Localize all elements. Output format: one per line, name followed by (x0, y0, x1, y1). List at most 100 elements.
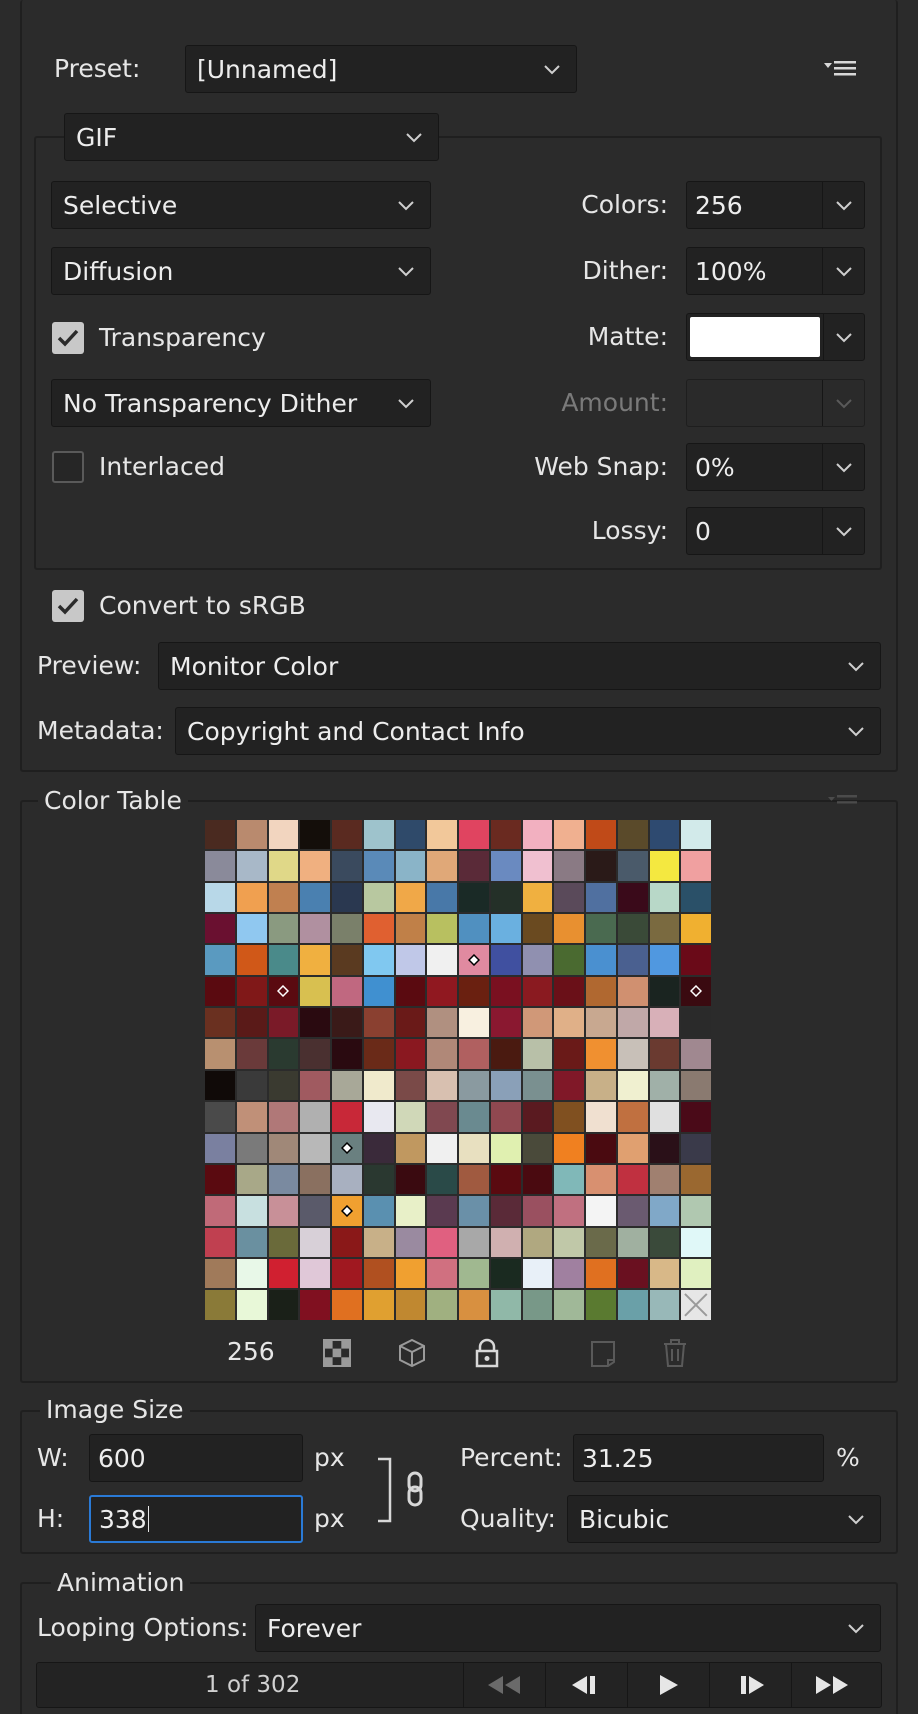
color-swatch[interactable] (427, 914, 457, 944)
color-swatch[interactable] (300, 1039, 330, 1069)
color-swatch[interactable] (300, 882, 330, 913)
color-swatch[interactable] (522, 1070, 553, 1101)
color-swatch[interactable] (649, 1133, 680, 1163)
color-swatch[interactable] (554, 1258, 584, 1289)
color-swatch[interactable] (617, 882, 648, 913)
color-swatch[interactable] (205, 820, 235, 850)
color-swatch[interactable] (268, 1290, 299, 1320)
color-swatch[interactable] (490, 1102, 521, 1132)
color-swatch[interactable] (395, 1164, 426, 1195)
color-swatch[interactable] (459, 1039, 489, 1069)
color-swatch[interactable] (395, 1133, 426, 1163)
color-swatch[interactable] (617, 820, 648, 850)
color-swatch[interactable] (681, 945, 711, 975)
color-table-menu-icon[interactable] (826, 786, 864, 820)
panel-menu-icon[interactable] (822, 52, 866, 86)
color-swatch[interactable] (332, 1070, 362, 1101)
color-swatch[interactable] (554, 1070, 584, 1101)
color-swatch[interactable] (649, 1070, 680, 1101)
color-swatch[interactable] (459, 976, 489, 1007)
color-swatch[interactable] (522, 1227, 553, 1257)
color-swatch[interactable] (586, 851, 616, 881)
color-swatch[interactable] (363, 1133, 394, 1163)
lossy-combo[interactable]: 0 (686, 507, 865, 555)
color-swatch[interactable] (649, 914, 680, 944)
color-swatch[interactable] (427, 945, 457, 975)
color-swatch[interactable] (427, 1196, 457, 1226)
color-swatch[interactable] (490, 1008, 521, 1038)
color-swatch[interactable] (617, 1290, 648, 1320)
color-swatch[interactable] (490, 1164, 521, 1195)
color-swatch[interactable] (490, 1039, 521, 1069)
color-swatch[interactable] (649, 1290, 680, 1320)
color-swatch[interactable] (554, 945, 584, 975)
color-swatch[interactable] (490, 1133, 521, 1163)
color-swatch[interactable] (649, 1164, 680, 1195)
metadata-select[interactable]: Copyright and Contact Info (175, 707, 881, 755)
color-swatch[interactable] (586, 1290, 616, 1320)
color-swatch[interactable] (617, 976, 648, 1007)
color-swatch[interactable] (332, 1039, 362, 1069)
color-swatch[interactable] (427, 851, 457, 881)
color-swatch[interactable] (332, 1227, 362, 1257)
color-swatch[interactable] (586, 1102, 616, 1132)
color-swatch[interactable] (649, 882, 680, 913)
color-swatch[interactable] (363, 1258, 394, 1289)
color-swatch[interactable] (332, 820, 362, 850)
color-swatch[interactable] (205, 1070, 235, 1101)
color-swatch[interactable] (236, 882, 267, 913)
color-swatch[interactable] (490, 1070, 521, 1101)
color-swatch[interactable] (236, 1070, 267, 1101)
color-swatch[interactable] (617, 945, 648, 975)
color-swatch[interactable] (427, 1164, 457, 1195)
color-swatch[interactable] (649, 1227, 680, 1257)
color-swatch[interactable] (522, 1102, 553, 1132)
color-swatch[interactable] (681, 914, 711, 944)
color-swatch[interactable] (681, 976, 711, 1007)
interlaced-checkbox[interactable] (52, 451, 84, 483)
color-swatch[interactable] (427, 1008, 457, 1038)
color-swatch[interactable] (522, 851, 553, 881)
color-swatch[interactable] (617, 1070, 648, 1101)
color-swatch[interactable] (490, 1258, 521, 1289)
color-swatch[interactable] (681, 1258, 711, 1289)
color-swatch[interactable] (617, 1227, 648, 1257)
color-swatch[interactable] (300, 1008, 330, 1038)
color-swatch[interactable] (205, 1196, 235, 1226)
color-swatch[interactable] (395, 882, 426, 913)
color-swatch[interactable] (236, 1039, 267, 1069)
color-swatch[interactable] (586, 914, 616, 944)
height-input[interactable]: 338 (89, 1495, 303, 1543)
color-swatch[interactable] (268, 1164, 299, 1195)
color-swatch[interactable] (332, 1133, 362, 1163)
color-swatch[interactable] (649, 1102, 680, 1132)
color-swatch[interactable] (268, 1258, 299, 1289)
play-button[interactable] (627, 1662, 707, 1708)
color-swatch[interactable] (205, 1227, 235, 1257)
color-swatch[interactable] (459, 914, 489, 944)
chevron-down-icon[interactable] (822, 508, 864, 554)
chevron-down-icon[interactable] (822, 182, 864, 228)
format-select[interactable]: GIF (64, 113, 439, 161)
color-swatch[interactable] (522, 820, 553, 850)
color-swatch[interactable] (427, 820, 457, 850)
quality-select[interactable]: Bicubic (567, 1495, 881, 1543)
matte-combo[interactable] (686, 313, 865, 361)
dither-algorithm-select[interactable]: Diffusion (51, 247, 431, 295)
color-swatch[interactable] (586, 1070, 616, 1101)
color-swatch[interactable] (427, 882, 457, 913)
color-swatch[interactable] (586, 976, 616, 1007)
color-swatch[interactable] (681, 1196, 711, 1226)
color-swatch[interactable] (427, 1070, 457, 1101)
color-swatch[interactable] (332, 1258, 362, 1289)
color-swatch[interactable] (586, 1164, 616, 1195)
color-swatch[interactable] (459, 882, 489, 913)
color-swatch[interactable] (522, 914, 553, 944)
color-swatch[interactable] (395, 1102, 426, 1132)
color-swatch[interactable] (586, 1227, 616, 1257)
color-swatch[interactable] (459, 1164, 489, 1195)
cube-icon[interactable] (395, 1336, 429, 1370)
color-swatch[interactable] (205, 1102, 235, 1132)
color-swatch[interactable] (617, 1102, 648, 1132)
color-swatch[interactable] (617, 851, 648, 881)
